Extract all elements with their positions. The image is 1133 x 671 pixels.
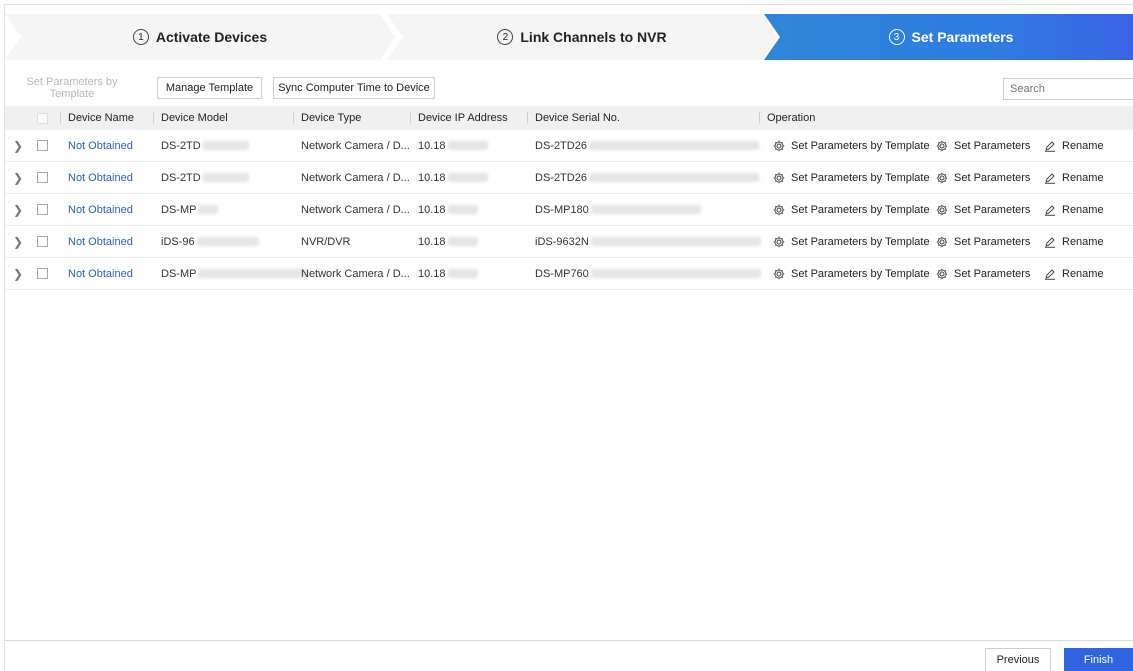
row-checkbox[interactable] — [37, 226, 48, 257]
device-model-cell: iDS-96 — [161, 226, 259, 257]
sync-time-button[interactable]: Sync Computer Time to Device — [273, 77, 435, 99]
set-parameters-action[interactable]: Set Parameters — [936, 258, 1030, 289]
table-header: Device Name Device Model Device Type Dev… — [5, 106, 1133, 130]
device-type-cell: Network Camera / D... — [301, 139, 410, 152]
device-name-link[interactable]: Not Obtained — [68, 162, 133, 193]
pencil-icon — [1045, 204, 1055, 216]
gear-icon — [773, 172, 785, 183]
device-serial-cell: DS-MP180 — [535, 194, 701, 225]
device-serial-cell: DS-MP760 — [535, 258, 761, 289]
set-parameters-action[interactable]: Set Parameters — [936, 162, 1030, 193]
pencil-icon — [1045, 140, 1055, 152]
set-parameters-action[interactable]: Set Parameters — [936, 226, 1030, 257]
row-checkbox[interactable] — [37, 162, 48, 193]
column-ip-address[interactable]: Device IP Address — [410, 106, 508, 130]
device-model-cell: DS-MP — [161, 258, 309, 289]
gear-icon — [936, 268, 948, 279]
set-params-by-template-action[interactable]: Set Parameters by Template — [773, 162, 930, 193]
rename-action[interactable]: Rename — [1044, 226, 1104, 257]
device-ip-cell: 10.18 — [418, 194, 478, 225]
previous-button[interactable]: Previous — [985, 648, 1051, 671]
column-operation: Operation — [759, 106, 815, 130]
set-parameters-action[interactable]: Set Parameters — [936, 130, 1030, 161]
step-activate-devices: 1 Activate Devices — [5, 14, 395, 60]
manage-template-button[interactable]: Manage Template — [157, 77, 262, 99]
rename-action[interactable]: Rename — [1044, 258, 1104, 289]
device-name-link[interactable]: Not Obtained — [68, 130, 133, 161]
device-model-cell: DS-MP — [161, 194, 219, 225]
row-checkbox[interactable] — [37, 130, 48, 161]
step-label: Activate Devices — [155, 29, 268, 45]
expand-chevron-icon[interactable]: ❯ — [13, 258, 23, 289]
device-model-cell: DS-2TD — [161, 162, 249, 193]
table-row[interactable]: ❯ Not Obtained DS-MP Network Camera / D.… — [5, 194, 1133, 226]
expand-chevron-icon[interactable]: ❯ — [13, 130, 23, 161]
column-device-type[interactable]: Device Type — [293, 106, 361, 130]
step-number: 1 — [132, 29, 149, 45]
gear-icon — [936, 172, 948, 183]
row-checkbox[interactable] — [37, 258, 48, 289]
wizard-stepper: 1 Activate Devices 2 Link Channels to NV… — [5, 14, 1133, 60]
device-ip-cell: 10.18 — [418, 258, 478, 289]
device-ip-cell: 10.18 — [418, 130, 488, 161]
gear-icon — [936, 236, 948, 247]
table-row[interactable]: ❯ Not Obtained DS-MP Network Camera / D.… — [5, 258, 1133, 290]
gear-icon — [936, 204, 948, 215]
gear-icon — [773, 204, 785, 215]
device-type-cell: Network Camera / D... — [301, 171, 410, 184]
column-serial-no[interactable]: Device Serial No. — [527, 106, 620, 130]
search-input[interactable] — [1003, 78, 1133, 100]
column-device-model[interactable]: Device Model — [153, 106, 228, 130]
table-row[interactable]: ❯ Not Obtained DS-2TD Network Camera / D… — [5, 162, 1133, 194]
set-params-by-template-action[interactable]: Set Parameters by Template — [773, 226, 930, 257]
gear-icon — [773, 236, 785, 247]
toolbar: Set Parameters by Template Manage Templa… — [5, 76, 1133, 100]
gear-icon — [773, 268, 785, 279]
set-params-by-template-button[interactable]: Set Parameters by Template — [5, 76, 139, 100]
step-number: 3 — [888, 29, 905, 45]
device-ip-cell: 10.18 — [418, 162, 488, 193]
pencil-icon — [1045, 236, 1055, 248]
rename-action[interactable]: Rename — [1044, 162, 1104, 193]
device-serial-cell: DS-2TD26 — [535, 162, 759, 193]
device-type-cell: Network Camera / D... — [301, 203, 410, 216]
table-body: ❯ Not Obtained DS-2TD Network Camera / D… — [5, 130, 1133, 290]
expand-chevron-icon[interactable]: ❯ — [13, 226, 23, 257]
expand-chevron-icon[interactable]: ❯ — [13, 194, 23, 225]
rename-action[interactable]: Rename — [1044, 130, 1104, 161]
gear-icon — [936, 140, 948, 151]
column-device-name[interactable]: Device Name — [60, 106, 134, 130]
table-row[interactable]: ❯ Not Obtained DS-2TD Network Camera / D… — [5, 130, 1133, 162]
select-all-checkbox[interactable] — [37, 106, 48, 130]
step-set-parameters: 3 Set Parameters — [764, 14, 1133, 60]
gear-icon — [773, 140, 785, 151]
footer-divider — [5, 640, 1133, 641]
device-name-link[interactable]: Not Obtained — [68, 226, 133, 257]
set-params-by-template-action[interactable]: Set Parameters by Template — [773, 130, 930, 161]
device-name-link[interactable]: Not Obtained — [68, 194, 133, 225]
pencil-icon — [1045, 172, 1055, 184]
set-parameters-action[interactable]: Set Parameters — [936, 194, 1030, 225]
device-name-link[interactable]: Not Obtained — [68, 258, 133, 289]
set-params-by-template-action[interactable]: Set Parameters by Template — [773, 258, 930, 289]
rename-action[interactable]: Rename — [1044, 194, 1104, 225]
device-model-cell: DS-2TD — [161, 130, 249, 161]
device-serial-cell: iDS-9632N — [535, 226, 761, 257]
finish-button[interactable]: Finish — [1064, 648, 1133, 671]
expand-chevron-icon[interactable]: ❯ — [13, 162, 23, 193]
row-checkbox[interactable] — [37, 194, 48, 225]
set-params-by-template-action[interactable]: Set Parameters by Template — [773, 194, 930, 225]
pencil-icon — [1045, 268, 1055, 280]
wizard-window — [4, 4, 1133, 671]
device-table: Device Name Device Model Device Type Dev… — [5, 106, 1133, 290]
step-label: Set Parameters — [911, 29, 1014, 45]
step-link-channels: 2 Link Channels to NVR — [387, 14, 777, 60]
step-label: Link Channels to NVR — [520, 29, 667, 45]
step-number: 2 — [497, 29, 514, 45]
device-type-cell: Network Camera / D... — [301, 267, 410, 280]
table-row[interactable]: ❯ Not Obtained iDS-96 NVR/DVR 10.18 iDS-… — [5, 226, 1133, 258]
device-type-cell: NVR/DVR — [301, 235, 351, 248]
device-ip-cell: 10.18 — [418, 226, 478, 257]
device-serial-cell: DS-2TD26 — [535, 130, 759, 161]
